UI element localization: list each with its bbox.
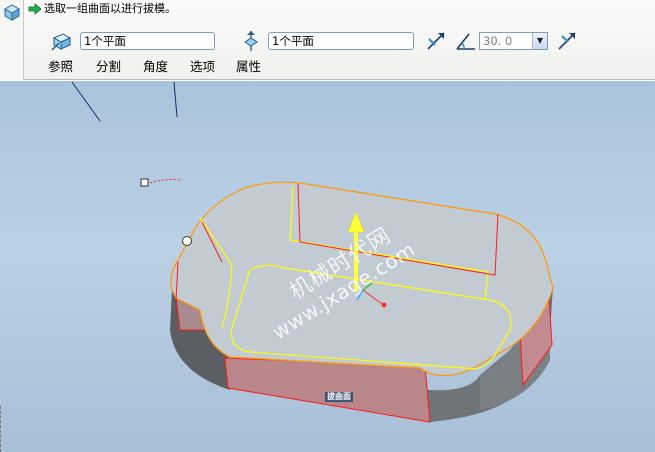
- tab-angles[interactable]: 角度: [143, 59, 168, 75]
- viewport-edge: [0, 406, 6, 452]
- graphics-window[interactable]: 机械时代网 www.jxage.com 拔曲面: [0, 81, 655, 452]
- leader-line: [71, 81, 101, 122]
- selected-draft-surface[interactable]: [224, 357, 431, 423]
- draft-surfaces-field[interactable]: 1个平面: [80, 32, 215, 50]
- leader-line: [173, 81, 178, 118]
- dropdown-arrow-icon[interactable]: ▼: [532, 33, 547, 49]
- draft-dashboard: 选取一组曲面以进行拔模。 1个平面 1个平面 30. 0 ▼ 参照 分割 角度: [0, 0, 655, 80]
- tab-properties[interactable]: 属性: [236, 59, 261, 75]
- draft-angle-icon: [456, 33, 475, 50]
- draft-hinge-icon[interactable]: [240, 30, 262, 52]
- prompt-message: 选取一组曲面以进行拔模。: [44, 2, 176, 15]
- feature-icon-strip: [0, 0, 24, 80]
- draft-hinge-field[interactable]: 1个平面: [268, 32, 414, 50]
- selection-point[interactable]: [182, 236, 192, 246]
- dashed-curve: [149, 178, 183, 184]
- draft-surfaces-icon[interactable]: [51, 30, 73, 52]
- draft-angle-value[interactable]: 30. 0: [483, 33, 512, 49]
- flip-direction-icon[interactable]: [425, 30, 447, 52]
- flip-angle-icon[interactable]: [556, 30, 578, 52]
- draft-feature-icon[interactable]: [3, 3, 21, 21]
- tab-options[interactable]: 选项: [190, 59, 215, 75]
- csys-origin: [381, 302, 387, 308]
- green-arrow-icon: [28, 3, 42, 15]
- tab-references[interactable]: 参照: [48, 59, 73, 75]
- surface-label-tag: 拔曲面: [325, 392, 353, 402]
- drag-handle[interactable]: [140, 178, 149, 187]
- draft-angle-combo[interactable]: 30. 0 ▼: [479, 32, 548, 50]
- tab-split[interactable]: 分割: [96, 59, 121, 75]
